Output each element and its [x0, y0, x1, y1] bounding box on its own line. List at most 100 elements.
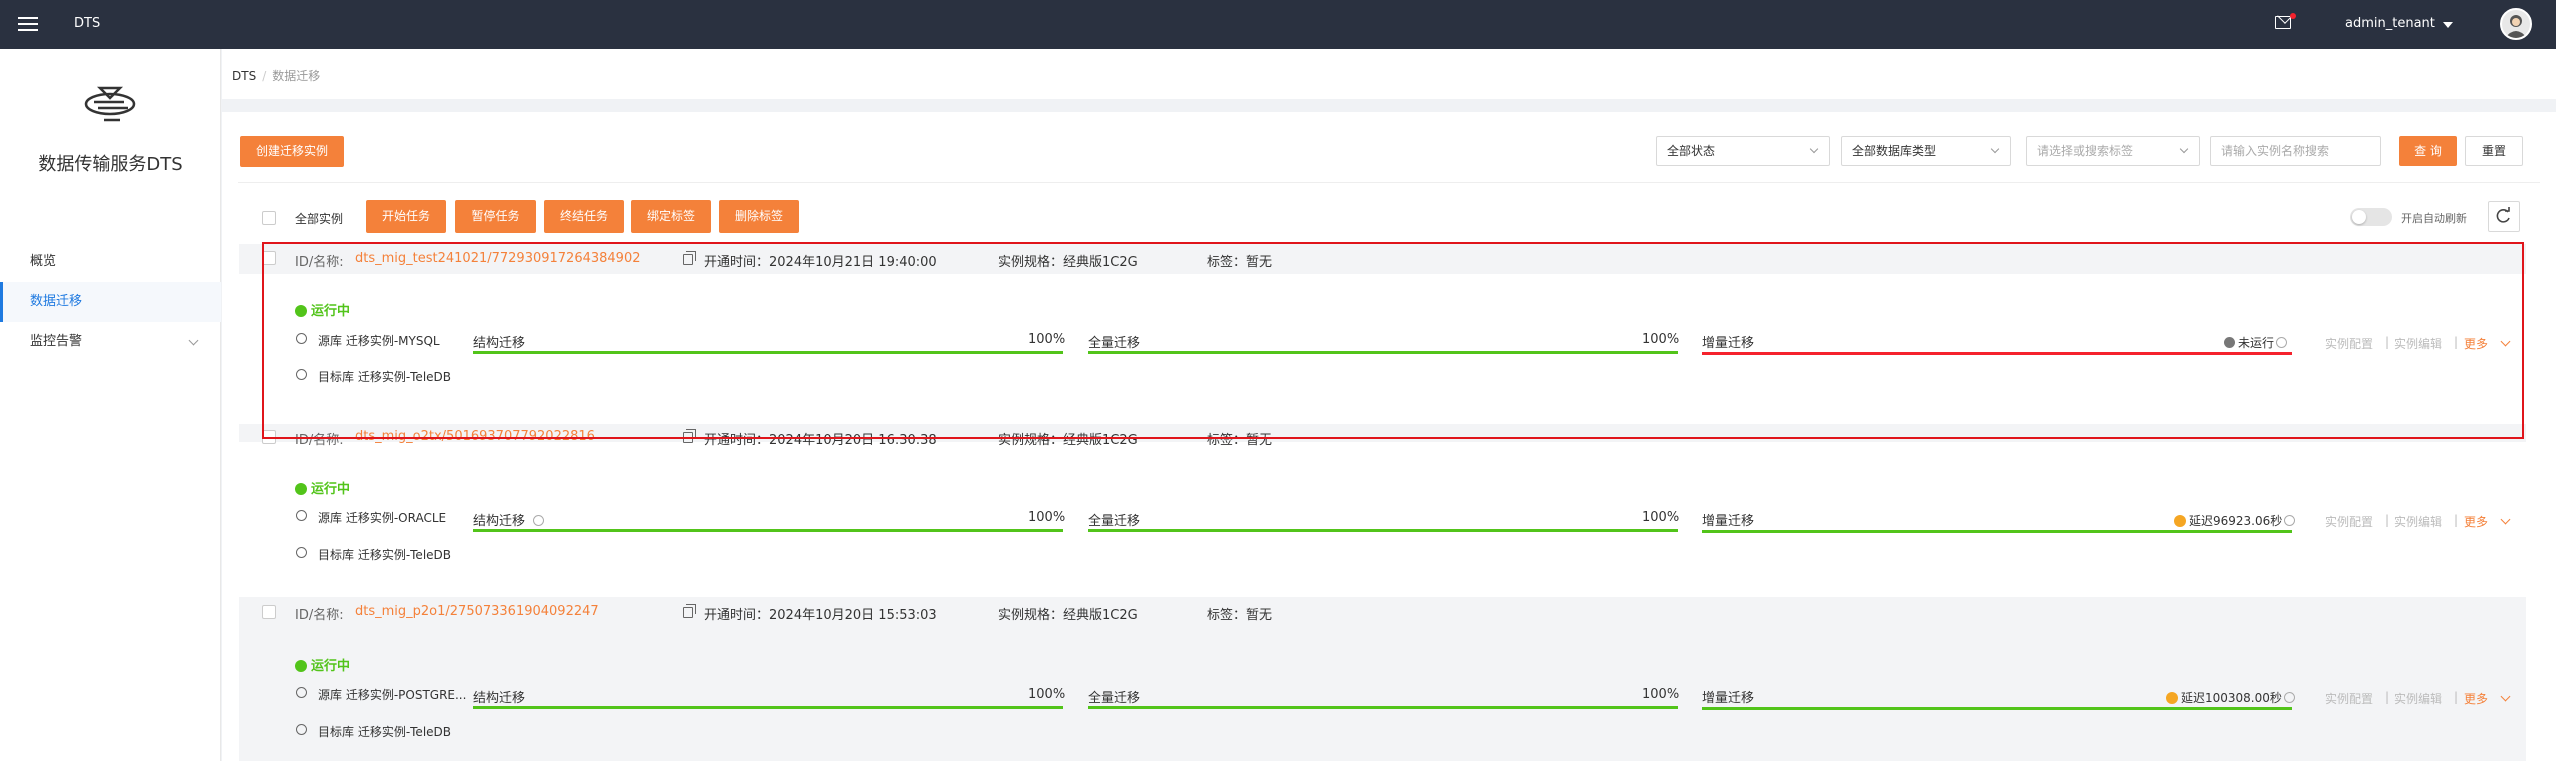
breadcrumb: DTS / 数据迁移 [232, 69, 321, 83]
dts-logo-icon [84, 86, 136, 122]
divider [238, 182, 2540, 183]
struct-migration-label: 结构迁移 [473, 691, 526, 706]
refresh-icon [2496, 207, 2510, 223]
instance-spec: 实例规格：经典版1C2G [998, 608, 1138, 623]
struct-progress-bar [473, 706, 1063, 709]
open-time: 开通时间：2024年10月20日 16:30:38 [704, 433, 937, 448]
create-instance-button[interactable]: 创建迁移实例 [240, 136, 344, 167]
tag-select-placeholder: 请选择或搜索标签 [2037, 144, 2134, 158]
status-text: 运行中 [311, 482, 351, 497]
instance-id-link[interactable]: dts_mig_test241021/772930917264384902 [355, 251, 641, 266]
inc-progress-bar [1702, 352, 2292, 355]
struct-migration-pct: 100% [1028, 332, 1066, 347]
copy-icon[interactable] [683, 604, 696, 618]
struct-progress-bar [473, 351, 1063, 354]
sidebar-item-data-migration[interactable]: 数据迁移 [0, 282, 221, 322]
instance-id-label: ID/名称: [295, 608, 344, 623]
copy-icon[interactable] [683, 429, 696, 443]
select-all-checkbox[interactable] [262, 211, 276, 225]
more-link[interactable]: 更多 [2464, 335, 2488, 352]
sidebar: 数据传输服务DTS 概览 数据迁移 监控告警 [0, 49, 221, 761]
instance-id-link[interactable]: dts_mig_p2o1/275073361904092247 [355, 604, 599, 619]
breadcrumb-bar: DTS / 数据迁移 [222, 49, 2556, 99]
delete-tag-button[interactable]: 删除标签 [719, 200, 799, 233]
full-migration-label: 全量迁移 [1088, 514, 1141, 529]
status-select[interactable]: 全部状态 [1656, 136, 1830, 166]
source-db: 源库 迁移实例-ORACLE [318, 511, 447, 525]
source-db-icon [296, 510, 307, 521]
sidebar-item-label: 数据迁移 [30, 294, 83, 309]
open-time: 开通时间：2024年10月21日 19:40:00 [704, 255, 937, 270]
instance-edit-link[interactable]: 实例编辑 [2394, 335, 2442, 352]
full-migration-label: 全量迁移 [1088, 691, 1141, 706]
instance-config-link[interactable]: 实例配置 [2325, 513, 2373, 530]
instance-edit-link[interactable]: 实例编辑 [2394, 690, 2442, 707]
stop-task-button[interactable]: 终结任务 [544, 200, 624, 233]
start-task-button[interactable]: 开始任务 [366, 200, 446, 233]
struct-migration-label: 结构迁移 [473, 510, 545, 529]
status-dot [295, 483, 307, 495]
select-all-label: 全部实例 [295, 212, 344, 226]
chevron-down-icon [1809, 144, 1819, 154]
top-bar: DTS admin_tenant [0, 0, 2556, 49]
search-input[interactable]: 请输入实例名称搜索 [2210, 136, 2381, 166]
full-progress-bar [1088, 529, 1678, 532]
help-icon[interactable] [2284, 515, 2296, 526]
full-progress-bar [1088, 706, 1678, 709]
avatar[interactable] [2500, 8, 2532, 40]
auto-refresh-toggle[interactable] [2350, 208, 2392, 226]
help-icon[interactable] [533, 515, 545, 526]
product-name: 数据传输服务DTS [38, 154, 183, 175]
full-migration-pct: 100% [1642, 687, 1680, 702]
query-button[interactable]: 查 询 [2399, 136, 2457, 166]
caret-down-icon[interactable] [2443, 22, 2453, 28]
instance-tags: 标签：暂无 [1207, 608, 1273, 623]
inc-migration-status: 未运行 [2224, 334, 2288, 351]
reset-button[interactable]: 重置 [2465, 136, 2523, 166]
copy-icon[interactable] [683, 251, 696, 265]
source-db: 源库 迁移实例-MYSQL [318, 334, 440, 348]
target-db-icon [296, 547, 307, 558]
dbtype-select[interactable]: 全部数据库类型 [1841, 136, 2011, 166]
target-db-icon [296, 369, 307, 380]
instance-id-label: ID/名称: [295, 255, 344, 270]
user-name[interactable]: admin_tenant [2345, 16, 2435, 31]
instance-config-link[interactable]: 实例配置 [2325, 335, 2373, 352]
help-icon[interactable] [2276, 337, 2288, 348]
warning-icon [2166, 692, 2178, 704]
tag-select[interactable]: 请选择或搜索标签 [2026, 136, 2200, 166]
instance-config-link[interactable]: 实例配置 [2325, 690, 2373, 707]
sidebar-item-overview[interactable]: 概览 [0, 242, 221, 282]
pause-task-button[interactable]: 暂停任务 [455, 200, 536, 233]
help-icon[interactable] [2283, 692, 2295, 703]
source-db: 源库 迁移实例-POSTGRE... [318, 688, 467, 702]
target-db-icon [296, 724, 307, 735]
instance-tags: 标签：暂无 [1207, 433, 1273, 448]
chevron-down-icon [1990, 144, 2000, 154]
instance-edit-link[interactable]: 实例编辑 [2394, 513, 2442, 530]
inc-migration-label: 增量迁移 [1702, 336, 1755, 351]
breadcrumb-current: 数据迁移 [272, 69, 321, 83]
instance-id-link[interactable]: dts_mig_o2tx/501693707792022816 [355, 429, 595, 444]
instance-checkbox[interactable] [262, 430, 276, 444]
mail-icon[interactable] [2275, 16, 2291, 29]
bind-tag-button[interactable]: 绑定标签 [631, 200, 711, 233]
more-link[interactable]: 更多 [2464, 690, 2488, 707]
instance-body [239, 274, 2526, 424]
refresh-button[interactable] [2488, 201, 2520, 232]
instance-checkbox[interactable] [262, 605, 276, 619]
sidebar-item-monitoring[interactable]: 监控告警 [0, 322, 221, 362]
more-link[interactable]: 更多 [2464, 513, 2488, 530]
instance-checkbox[interactable] [262, 251, 276, 265]
breadcrumb-root[interactable]: DTS [232, 69, 256, 83]
hamburger-menu-icon[interactable] [18, 14, 38, 34]
auto-refresh-label: 开启自动刷新 [2401, 212, 2467, 225]
open-time: 开通时间：2024年10月20日 15:53:03 [704, 608, 937, 623]
status-running: 运行中 [295, 655, 350, 674]
struct-migration-pct: 100% [1028, 687, 1066, 702]
chevron-down-icon [188, 335, 199, 346]
full-migration-pct: 100% [1642, 332, 1680, 347]
inc-progress-bar [1702, 530, 2292, 533]
warning-icon [2174, 515, 2186, 527]
sidebar-item-label: 监控告警 [30, 334, 83, 349]
